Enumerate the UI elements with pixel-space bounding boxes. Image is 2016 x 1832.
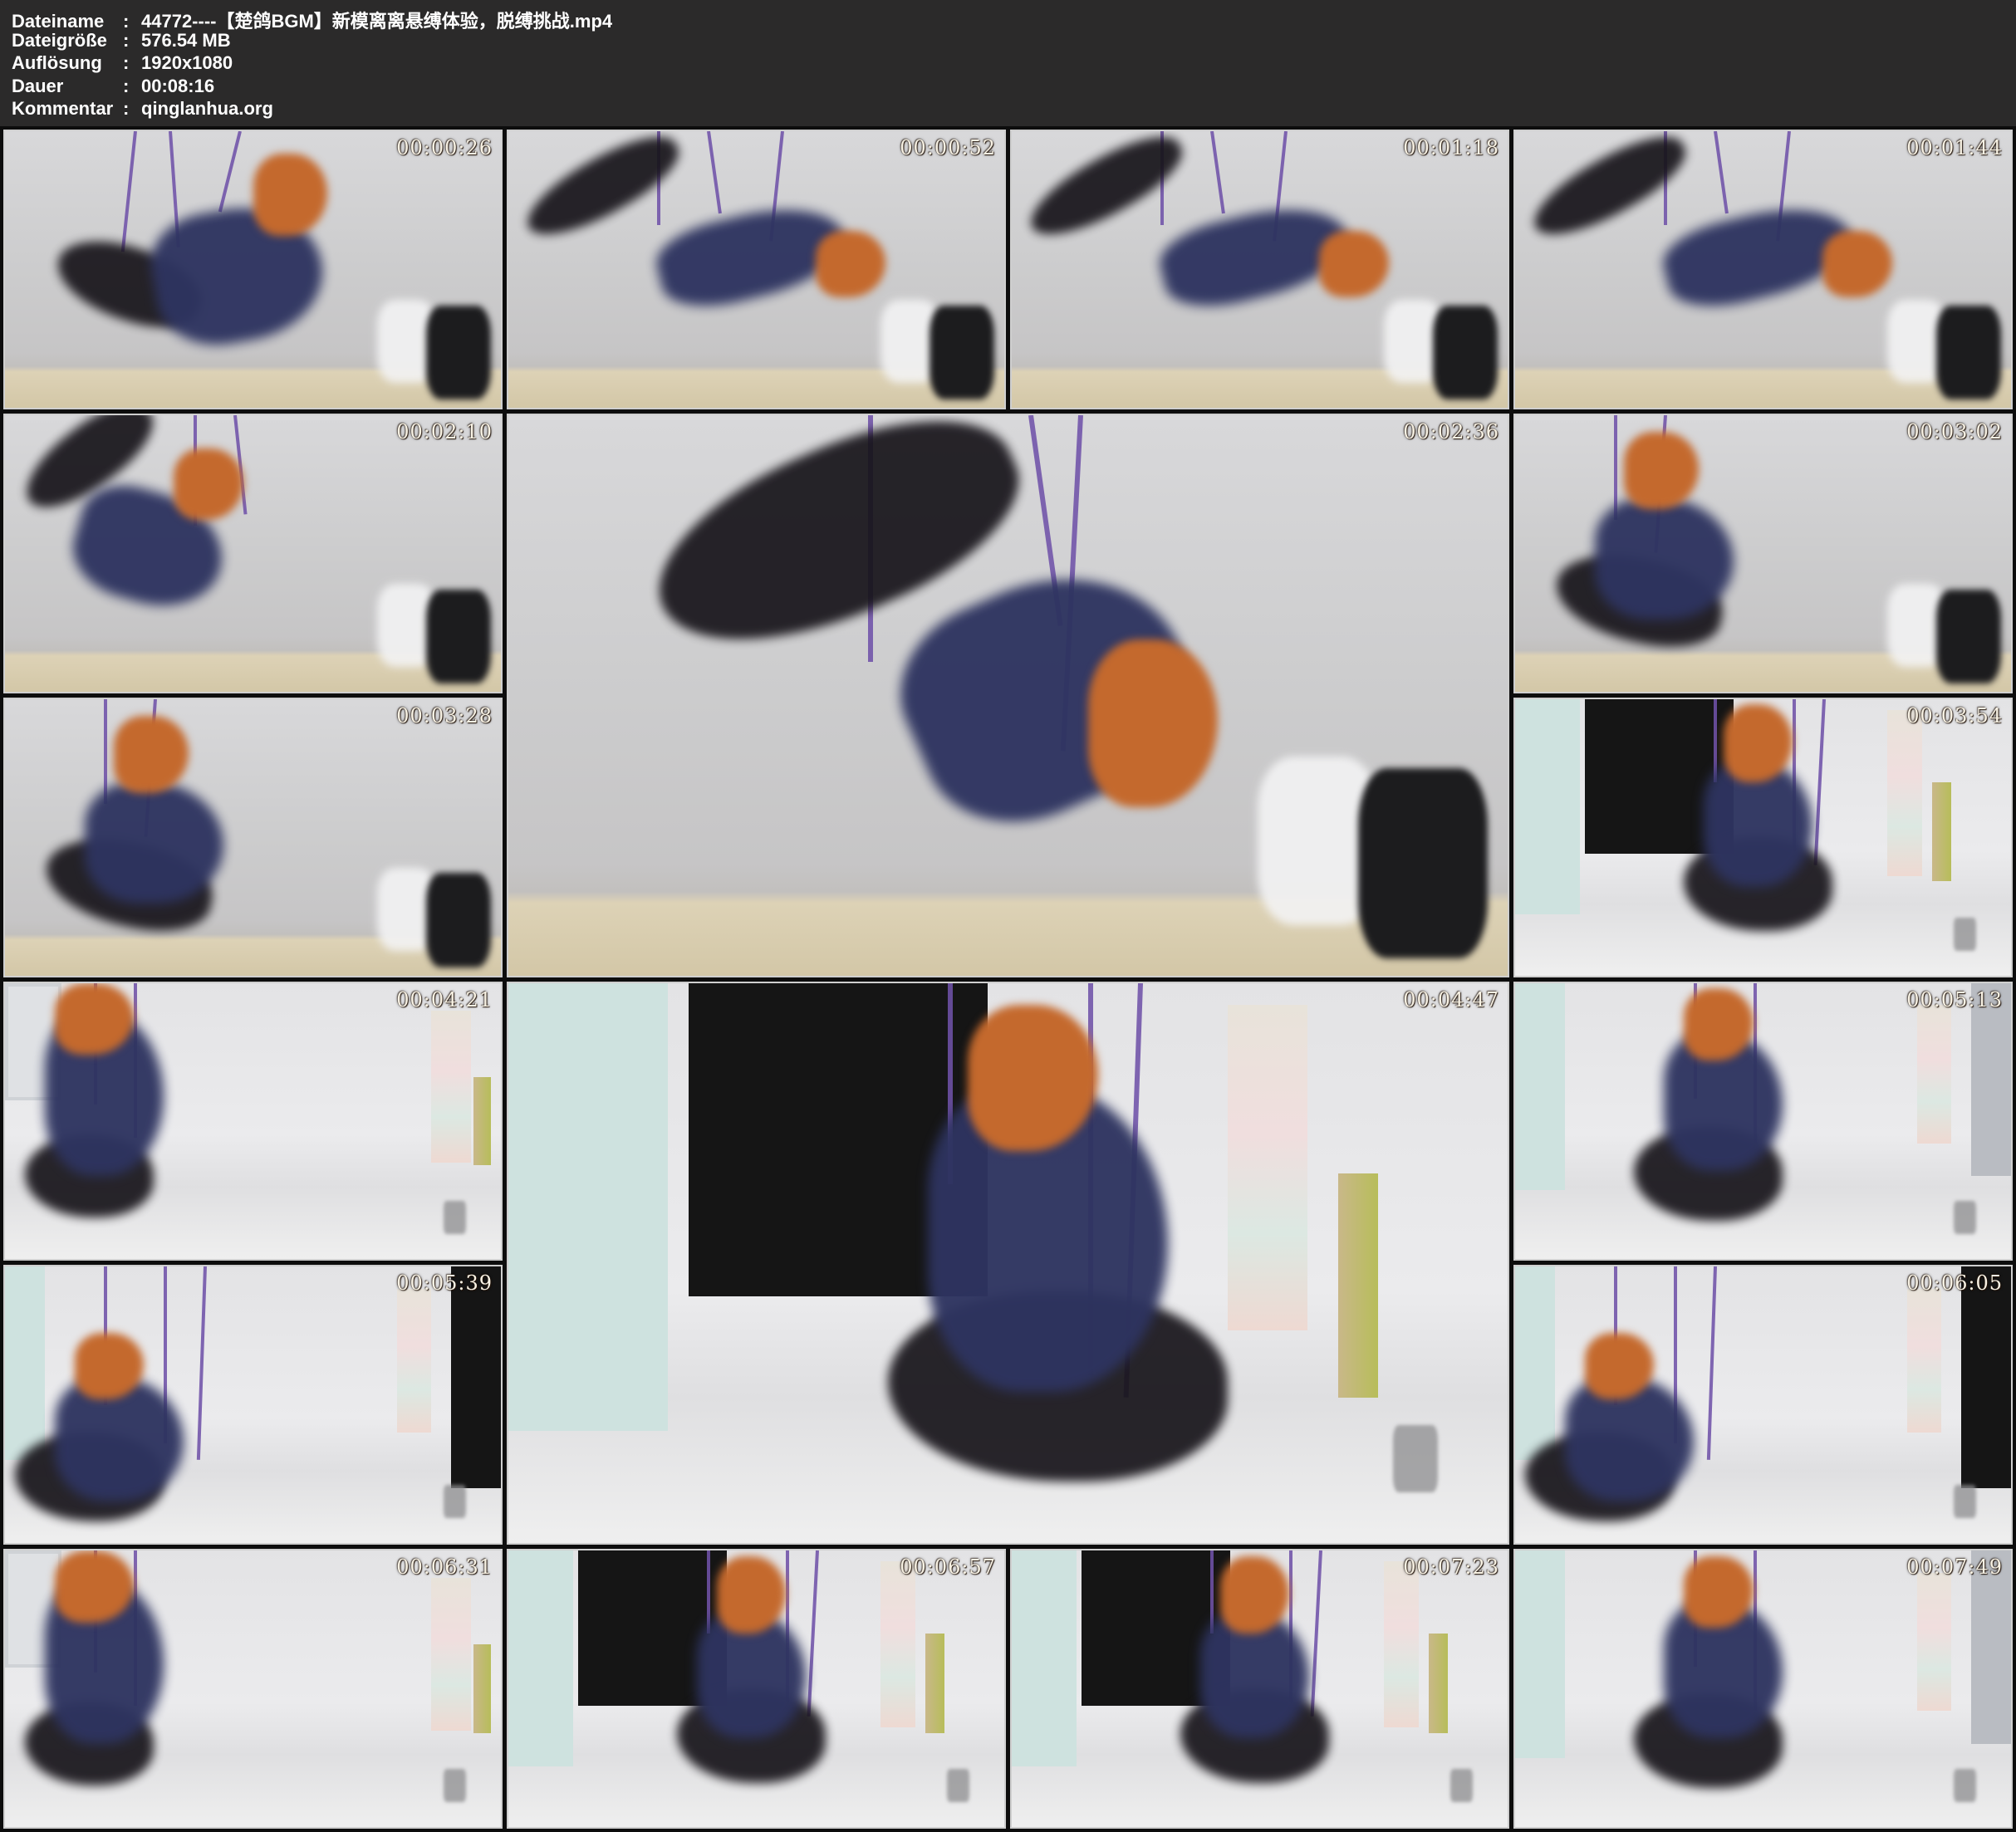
video-thumbnail: 00:05:13 (1513, 982, 2013, 1261)
contact-sheet-grid: 00:00:26 00:00:52 00:01:18 00:01:44 00:0… (0, 126, 2016, 1832)
thumbnail-image (1515, 1266, 2011, 1543)
video-thumbnail: 00:06:57 (507, 1549, 1006, 1829)
video-thumbnail: 00:02:10 (3, 414, 503, 693)
thumbnail-timestamp: 00:05:13 (1906, 988, 2003, 1012)
thumbnail-timestamp: 00:06:05 (1906, 1271, 2003, 1295)
thumbnail-timestamp: 00:02:10 (396, 420, 493, 443)
video-thumbnail: 00:07:49 (1513, 1549, 2013, 1829)
thumbnail-timestamp: 00:03:28 (396, 704, 493, 727)
meta-row-filesize: Dateigröße:576.54 MB (12, 30, 2008, 53)
thumbnail-timestamp: 00:06:57 (900, 1555, 996, 1579)
meta-separator: : (123, 30, 141, 51)
thumbnail-image (1515, 699, 2011, 976)
video-thumbnail-large: 00:04:47 (507, 982, 1509, 1545)
meta-row-filename: Dateiname:44772----【楚鸽BGM】新模离离悬缚体验，脱缚挑战.… (12, 7, 2008, 30)
meta-label: Auflösung (12, 52, 123, 74)
video-thumbnail: 00:06:31 (3, 1549, 503, 1829)
thumbnail-timestamp: 00:01:44 (1906, 136, 2003, 159)
meta-value-comment: qinglanhua.org (141, 98, 2008, 120)
thumbnail-timestamp: 00:03:54 (1906, 704, 2003, 727)
meta-row-comment: Kommentar:qinglanhua.org (12, 98, 2008, 121)
meta-label: Kommentar (12, 98, 123, 120)
meta-separator: : (123, 98, 141, 120)
meta-value-filesize: 576.54 MB (141, 30, 2008, 51)
thumbnail-image (5, 415, 501, 692)
thumbnail-image (5, 131, 501, 408)
thumbnail-timestamp: 00:04:47 (1403, 988, 1499, 1012)
thumbnail-timestamp: 00:02:36 (1403, 420, 1499, 443)
video-thumbnail: 00:06:05 (1513, 1265, 2013, 1545)
thumbnail-image (5, 699, 501, 976)
meta-separator: : (123, 76, 141, 97)
meta-row-duration: Dauer:00:08:16 (12, 76, 2008, 99)
thumbnail-image (5, 1266, 501, 1543)
thumbnail-image (508, 131, 1004, 408)
meta-value-duration: 00:08:16 (141, 76, 2008, 97)
thumbnail-image (508, 415, 1508, 976)
video-thumbnail: 00:03:02 (1513, 414, 2013, 693)
meta-separator: : (123, 52, 141, 74)
video-thumbnail: 00:00:52 (507, 130, 1006, 409)
video-thumbnail: 00:01:18 (1010, 130, 1509, 409)
video-thumbnail: 00:04:21 (3, 982, 503, 1261)
video-thumbnail: 00:00:26 (3, 130, 503, 409)
file-metadata-header: Dateiname:44772----【楚鸽BGM】新模离离悬缚体验，脱缚挑战.… (0, 0, 2016, 126)
thumbnail-image (1515, 983, 2011, 1260)
thumbnail-timestamp: 00:00:52 (900, 136, 996, 159)
thumbnail-timestamp: 00:07:23 (1403, 1555, 1499, 1579)
meta-row-resolution: Auflösung:1920x1080 (12, 52, 2008, 76)
thumbnail-timestamp: 00:06:31 (396, 1555, 493, 1579)
video-thumbnail: 00:03:54 (1513, 698, 2013, 977)
meta-label: Dateigröße (12, 30, 123, 51)
thumbnail-timestamp: 00:04:21 (396, 988, 493, 1012)
thumbnail-timestamp: 00:03:02 (1906, 420, 2003, 443)
thumbnail-timestamp: 00:05:39 (396, 1271, 493, 1295)
thumbnail-image (5, 983, 501, 1260)
meta-value-resolution: 1920x1080 (141, 52, 2008, 74)
video-thumbnail: 00:01:44 (1513, 130, 2013, 409)
thumbnail-image (508, 983, 1508, 1544)
thumbnail-timestamp: 00:07:49 (1906, 1555, 2003, 1579)
thumbnail-image (5, 1550, 501, 1827)
video-thumbnail: 00:07:23 (1010, 1549, 1509, 1829)
video-thumbnail: 00:05:39 (3, 1265, 503, 1545)
thumbnail-image (1012, 1550, 1508, 1827)
thumbnail-timestamp: 00:01:18 (1403, 136, 1499, 159)
thumbnail-image (1012, 131, 1508, 408)
thumbnail-image (1515, 415, 2011, 692)
thumbnail-image (1515, 1550, 2011, 1827)
meta-label: Dauer (12, 76, 123, 97)
thumbnail-timestamp: 00:00:26 (396, 136, 493, 159)
thumbnail-image (508, 1550, 1004, 1827)
thumbnail-image (1515, 131, 2011, 408)
video-thumbnail-large: 00:02:36 (507, 414, 1509, 977)
video-thumbnail: 00:03:28 (3, 698, 503, 977)
